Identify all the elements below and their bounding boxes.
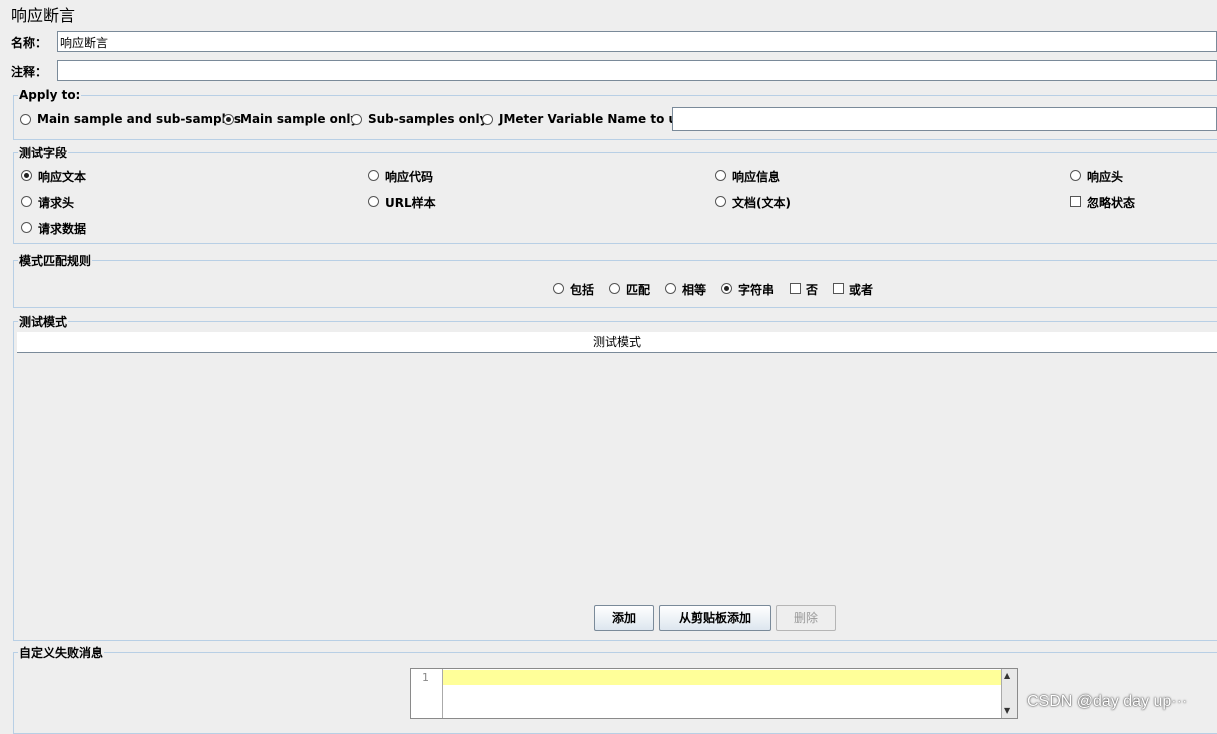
variable-name-field[interactable] — [672, 107, 1217, 131]
line-number-gutter: 1 — [411, 669, 443, 718]
comment-label: 注释： — [11, 65, 48, 79]
pattern-rules-group: 模式匹配规则 — [13, 252, 1217, 308]
watermark: CSDN @day day up··· — [1027, 693, 1188, 710]
rule-substring-label[interactable]: 字符串 — [738, 281, 774, 298]
apply-sub-only-label[interactable]: Sub-samples only — [368, 112, 487, 126]
apply-main-and-sub-radio[interactable] — [20, 114, 31, 125]
field-document-radio[interactable] — [715, 196, 726, 207]
rule-substring-radio[interactable] — [721, 283, 732, 294]
field-document-label[interactable]: 文档(文本) — [732, 194, 791, 211]
add-from-clipboard-button[interactable]: 从剪贴板添加 — [659, 605, 771, 631]
field-response-message-label[interactable]: 响应信息 — [732, 168, 780, 185]
custom-failure-legend: 自定义失败消息 — [19, 646, 104, 660]
field-response-code-label[interactable]: 响应代码 — [385, 168, 433, 185]
test-field-legend: 测试字段 — [19, 146, 68, 160]
apply-main-only-label[interactable]: Main sample only — [240, 112, 358, 126]
rule-matches-radio[interactable] — [609, 283, 620, 294]
field-request-headers-radio[interactable] — [21, 196, 32, 207]
rule-or-checkbox[interactable] — [833, 283, 844, 294]
comment-field[interactable] — [57, 60, 1217, 81]
field-request-data-radio[interactable] — [21, 222, 32, 233]
failure-message-editor[interactable]: 1 ▲ ▼ — [410, 668, 1018, 719]
pattern-rules-legend: 模式匹配规则 — [19, 254, 92, 268]
apply-variable-label[interactable]: JMeter Variable Name to use — [499, 112, 692, 126]
rule-contains-label[interactable]: 包括 — [570, 281, 594, 298]
scroll-up-icon[interactable]: ▲ — [1004, 671, 1010, 681]
editor-scrollbar[interactable]: ▲ ▼ — [1001, 669, 1017, 718]
panel-title: 响应断言 — [11, 6, 76, 25]
rule-or-label[interactable]: 或者 — [849, 281, 873, 298]
current-line-highlight — [443, 670, 1001, 685]
rule-contains-radio[interactable] — [553, 283, 564, 294]
patterns-table-header[interactable]: 测试模式 — [17, 332, 1217, 353]
field-url-radio[interactable] — [368, 196, 379, 207]
test-patterns-group: 测试模式 — [13, 313, 1217, 641]
field-response-headers-radio[interactable] — [1070, 170, 1081, 181]
apply-to-legend: Apply to: — [19, 88, 81, 102]
delete-button: 删除 — [776, 605, 836, 631]
field-response-message-radio[interactable] — [715, 170, 726, 181]
rule-equals-label[interactable]: 相等 — [682, 281, 706, 298]
field-response-code-radio[interactable] — [368, 170, 379, 181]
apply-sub-only-radio[interactable] — [351, 114, 362, 125]
apply-main-only-radio[interactable] — [223, 114, 234, 125]
scroll-down-icon[interactable]: ▼ — [1004, 706, 1010, 716]
rule-not-label[interactable]: 否 — [806, 281, 818, 298]
field-response-text-radio[interactable] — [21, 170, 32, 181]
ignore-status-label[interactable]: 忽略状态 — [1087, 194, 1135, 211]
rule-not-checkbox[interactable] — [790, 283, 801, 294]
field-url-label[interactable]: URL样本 — [385, 194, 436, 211]
test-patterns-legend: 测试模式 — [19, 315, 68, 329]
rule-matches-label[interactable]: 匹配 — [626, 281, 650, 298]
field-request-headers-label[interactable]: 请求头 — [38, 194, 74, 211]
name-field-value: 响应断言 — [60, 36, 109, 50]
name-label: 名称： — [11, 36, 48, 50]
ignore-status-checkbox[interactable] — [1070, 196, 1081, 207]
apply-main-and-sub-label[interactable]: Main sample and sub-samples — [37, 112, 241, 126]
test-field-group: 测试字段 — [13, 144, 1217, 244]
apply-variable-radio[interactable] — [482, 114, 493, 125]
field-response-text-label[interactable]: 响应文本 — [38, 168, 86, 185]
rule-equals-radio[interactable] — [665, 283, 676, 294]
field-response-headers-label[interactable]: 响应头 — [1087, 168, 1123, 185]
line-number: 1 — [422, 671, 429, 684]
name-field[interactable]: 响应断言 — [57, 31, 1217, 52]
field-request-data-label[interactable]: 请求数据 — [38, 220, 86, 237]
add-button[interactable]: 添加 — [594, 605, 654, 631]
